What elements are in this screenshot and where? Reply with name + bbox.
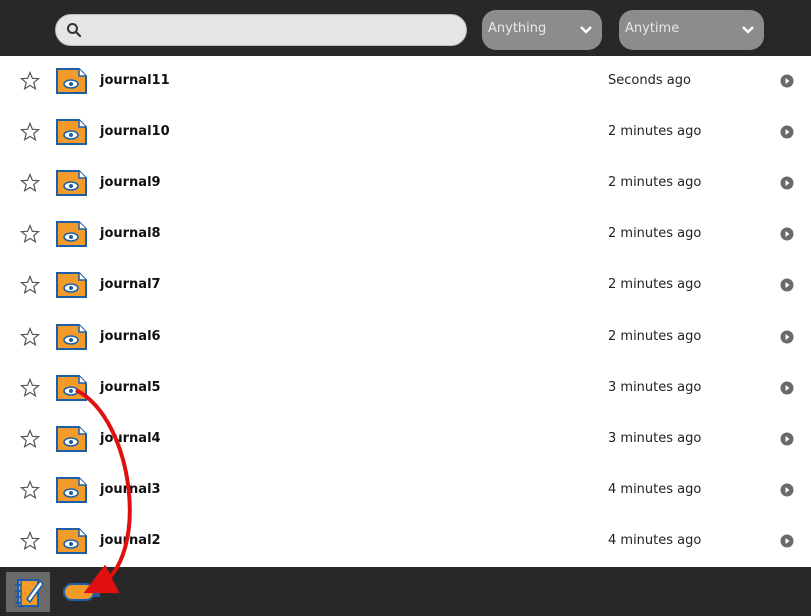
journal-icon [15, 579, 44, 607]
list-item[interactable]: journal8 2 minutes ago [0, 209, 811, 260]
star-icon[interactable] [20, 275, 40, 295]
entry-title[interactable]: journal6 [100, 329, 161, 344]
star-icon[interactable] [20, 530, 40, 551]
journal-entry-icon[interactable] [55, 476, 88, 504]
detail-arrow-icon[interactable] [780, 176, 794, 190]
entry-time: 2 minutes ago [608, 175, 702, 191]
journal-entry-icon[interactable] [55, 425, 88, 453]
usb-device-button[interactable] [60, 574, 104, 610]
list-item[interactable]: journal10 2 minutes ago [0, 107, 811, 158]
entry-title[interactable]: journal8 [100, 226, 161, 241]
journal-entry-icon[interactable] [55, 527, 88, 555]
entry-title[interactable]: journal10 [100, 124, 170, 139]
entry-time: 4 minutes ago [608, 481, 702, 497]
entry-title[interactable]: journal9 [100, 175, 161, 190]
list-item[interactable]: journal3 4 minutes ago [0, 465, 811, 516]
entry-time: 2 minutes ago [608, 226, 702, 242]
filter-what-dropdown[interactable]: Anything [482, 10, 602, 50]
journal-entry-list: journal11 Seconds ago journal10 2 minutes a… [0, 56, 811, 567]
detail-arrow-icon[interactable] [780, 381, 794, 395]
star-icon[interactable] [20, 173, 40, 193]
detail-arrow-icon[interactable] [780, 534, 794, 548]
journal-entry-icon[interactable] [55, 220, 88, 248]
star-icon[interactable] [20, 224, 40, 244]
journal-entry-icon[interactable] [55, 118, 88, 146]
star-icon[interactable] [20, 326, 40, 347]
entry-time: 3 minutes ago [608, 430, 702, 446]
entry-time: 2 minutes ago [608, 124, 702, 140]
star-icon[interactable] [20, 122, 40, 142]
entry-time: 4 minutes ago [608, 532, 702, 548]
detail-arrow-icon[interactable] [780, 432, 794, 446]
entry-time: 2 minutes ago [608, 277, 702, 293]
star-icon[interactable] [20, 428, 40, 449]
entry-time: 3 minutes ago [608, 379, 702, 395]
entry-title[interactable]: journal11 [100, 73, 170, 88]
entry-title[interactable]: journal2 [100, 533, 161, 548]
entry-title[interactable]: journal7 [100, 277, 161, 292]
journal-activity: Anything Anytime journal11 Seconds ago jou… [0, 0, 811, 616]
detail-arrow-icon[interactable] [780, 125, 794, 139]
star-icon[interactable] [20, 71, 40, 91]
filter-when-label: Anytime [625, 21, 680, 36]
journal-entry-icon[interactable] [55, 374, 88, 402]
detail-arrow-icon[interactable] [780, 278, 794, 292]
journal-entry-icon[interactable] [55, 67, 88, 95]
filter-when-dropdown[interactable]: Anytime [619, 10, 764, 50]
detail-arrow-icon[interactable] [780, 227, 794, 241]
device-tray [0, 567, 811, 616]
journal-entry-icon[interactable] [55, 323, 88, 351]
entry-title[interactable]: journal4 [100, 431, 161, 446]
list-item[interactable]: journal7 2 minutes ago [0, 260, 811, 311]
list-item[interactable]: journal9 2 minutes ago [0, 158, 811, 209]
list-item[interactable]: journal5 3 minutes ago [0, 363, 811, 414]
detail-arrow-icon[interactable] [780, 74, 794, 88]
journal-entry-icon[interactable] [55, 169, 88, 197]
filter-what-label: Anything [488, 21, 547, 36]
list-item[interactable]: journal6 2 minutes ago [0, 312, 811, 363]
star-icon[interactable] [20, 479, 40, 500]
list-item[interactable]: journal4 3 minutes ago [0, 414, 811, 465]
star-icon[interactable] [20, 377, 40, 398]
chevron-down-icon [580, 26, 592, 34]
chevron-down-icon [742, 26, 754, 34]
list-item[interactable]: journal2 4 minutes ago [0, 516, 811, 567]
list-item[interactable]: journal11 Seconds ago [0, 56, 811, 107]
entry-title[interactable]: journal3 [100, 482, 161, 497]
journal-entry-icon[interactable] [55, 271, 88, 299]
entry-title[interactable]: journal5 [100, 380, 161, 395]
entry-time: Seconds ago [608, 73, 691, 88]
toolbar: Anything Anytime [0, 0, 811, 56]
detail-arrow-icon[interactable] [780, 483, 794, 497]
entry-time: 2 minutes ago [608, 328, 702, 344]
search-box[interactable] [55, 14, 467, 46]
journal-device-button[interactable] [6, 572, 50, 612]
detail-arrow-icon[interactable] [780, 330, 794, 344]
search-input[interactable] [90, 19, 454, 43]
search-icon [67, 23, 82, 38]
usb-drive-icon [63, 583, 100, 601]
